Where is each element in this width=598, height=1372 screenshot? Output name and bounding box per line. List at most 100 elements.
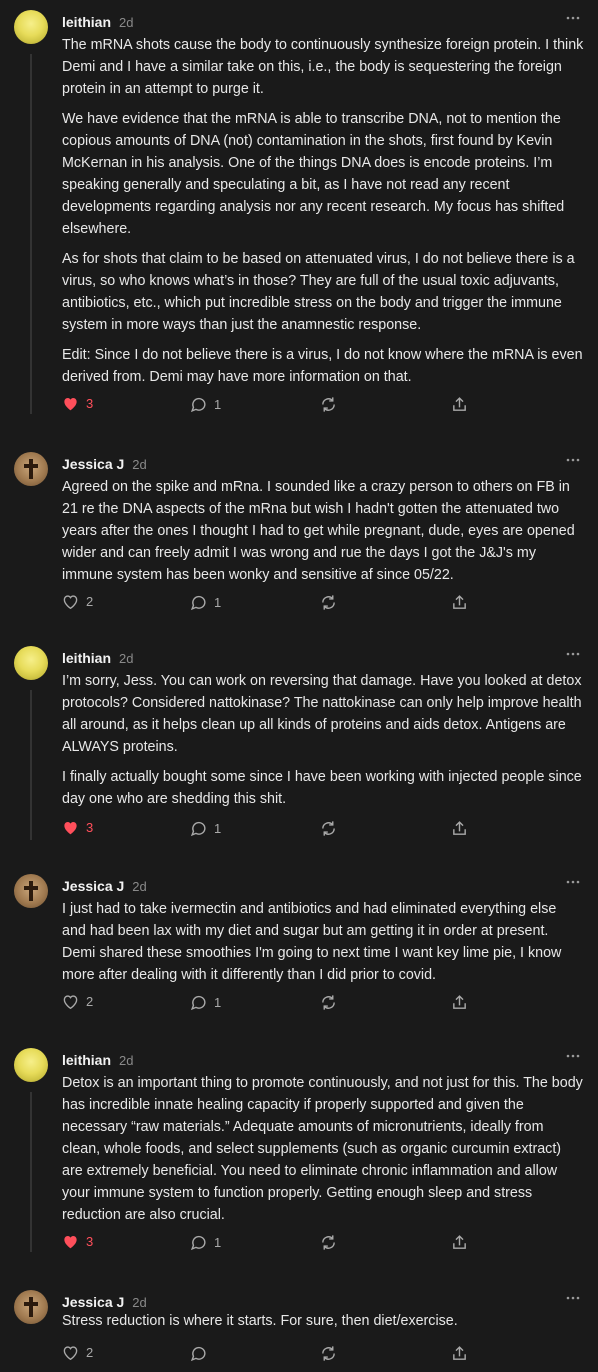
comment-paragraph: Detox is an important thing to promote c… xyxy=(62,1075,583,1223)
comment-actions: 3 1 xyxy=(62,820,482,840)
avatar[interactable] xyxy=(14,874,48,908)
speech-bubble-icon xyxy=(190,1346,206,1362)
reply-count: 1 xyxy=(214,1235,222,1250)
restack-icon xyxy=(322,595,335,610)
comment: Jessica J 2d Agreed on the spike and mRn… xyxy=(0,452,598,612)
restack-icon xyxy=(322,1235,335,1250)
ellipsis-icon[interactable] xyxy=(566,455,580,465)
comment-paragraph: I just had to take ivermectin and antibi… xyxy=(62,901,562,983)
like-count: 2 xyxy=(86,994,94,1009)
author-name[interactable]: leithian xyxy=(62,1052,111,1068)
restack-button[interactable] xyxy=(320,1234,337,1251)
avatar[interactable] xyxy=(14,1290,48,1324)
restack-button[interactable] xyxy=(320,820,337,837)
speech-bubble-icon xyxy=(190,1235,206,1251)
avatar[interactable] xyxy=(14,1048,48,1082)
share-icon xyxy=(453,821,466,835)
comment-body: Agreed on the spike and mRna. I sounded … xyxy=(62,476,584,586)
comment: Jessica J 2d Stress reduction is where i… xyxy=(0,1290,598,1370)
timestamp[interactable]: 2d xyxy=(119,651,133,666)
comment-actions: 2 1 xyxy=(62,994,482,1014)
share-icon xyxy=(453,595,466,609)
ellipsis-icon[interactable] xyxy=(566,1293,580,1303)
share-button[interactable] xyxy=(451,594,468,611)
heart-icon xyxy=(64,1236,77,1249)
restack-icon xyxy=(322,397,335,412)
comment-header: Jessica J 2d xyxy=(62,452,147,476)
like-count: 2 xyxy=(86,1345,94,1360)
restack-button[interactable] xyxy=(320,994,337,1011)
author-name[interactable]: Jessica J xyxy=(62,1294,124,1310)
like-count: 3 xyxy=(86,396,94,411)
comment: Jessica J 2d I just had to take ivermect… xyxy=(0,874,598,1024)
share-icon xyxy=(453,1235,466,1249)
restack-button[interactable] xyxy=(320,1345,337,1362)
restack-icon xyxy=(322,1346,335,1361)
reply-button[interactable] xyxy=(190,1345,207,1362)
like-button[interactable]: 3 xyxy=(62,820,93,835)
author-name[interactable]: Jessica J xyxy=(62,878,124,894)
share-button[interactable] xyxy=(451,1234,468,1251)
comment-actions: 2 xyxy=(62,1345,482,1365)
thread-line xyxy=(30,1092,32,1252)
heart-icon xyxy=(63,1346,78,1360)
restack-icon xyxy=(322,995,335,1010)
author-name[interactable]: leithian xyxy=(62,14,111,30)
restack-button[interactable] xyxy=(320,594,337,611)
comment-body: The mRNA shots cause the body to continu… xyxy=(62,34,584,388)
comment-header: leithian 2d xyxy=(62,1048,133,1072)
reply-count: 1 xyxy=(214,821,222,836)
comment-paragraph: As for shots that claim to be based on a… xyxy=(62,251,575,333)
share-button[interactable] xyxy=(451,820,468,837)
avatar[interactable] xyxy=(14,452,48,486)
comment: leithian 2d The mRNA shots cause the bod… xyxy=(0,10,598,420)
like-button[interactable]: 2 xyxy=(62,1345,93,1360)
like-button[interactable]: 2 xyxy=(62,994,93,1009)
timestamp[interactable]: 2d xyxy=(119,15,133,30)
share-button[interactable] xyxy=(451,1345,468,1362)
comment: leithian 2d I’m sorry, Jess. You can wor… xyxy=(0,646,598,846)
restack-button[interactable] xyxy=(320,396,337,413)
timestamp[interactable]: 2d xyxy=(132,879,146,894)
reply-count: 1 xyxy=(214,995,222,1010)
timestamp[interactable]: 2d xyxy=(132,457,146,472)
avatar[interactable] xyxy=(14,646,48,680)
author-name[interactable]: Jessica J xyxy=(62,456,124,472)
comment-actions: 2 1 xyxy=(62,594,482,614)
reply-button[interactable]: 1 xyxy=(190,594,221,611)
share-button[interactable] xyxy=(451,994,468,1011)
heart-icon xyxy=(64,398,77,411)
share-icon xyxy=(453,397,466,411)
like-button[interactable]: 3 xyxy=(62,1234,93,1249)
restack-icon xyxy=(322,821,335,836)
reply-button[interactable]: 1 xyxy=(190,820,221,837)
comment-paragraph: I finally actually bought some since I h… xyxy=(62,769,582,807)
ellipsis-icon[interactable] xyxy=(566,13,580,23)
comment: leithian 2d Detox is an important thing … xyxy=(0,1048,598,1258)
comment-paragraph: Agreed on the spike and mRna. I sounded … xyxy=(62,479,575,583)
reply-button[interactable]: 1 xyxy=(190,994,221,1011)
comment-header: Jessica J 2d xyxy=(62,874,147,898)
comment-paragraph: Edit: Since I do not believe there is a … xyxy=(62,347,583,385)
speech-bubble-icon xyxy=(190,595,206,611)
share-icon xyxy=(453,995,466,1009)
comment-body: Stress reduction is where it starts. For… xyxy=(62,1310,584,1332)
author-name[interactable]: leithian xyxy=(62,650,111,666)
ellipsis-icon[interactable] xyxy=(566,1051,580,1061)
share-button[interactable] xyxy=(451,396,468,413)
thread-line xyxy=(30,54,32,414)
thread-line xyxy=(30,690,32,840)
ellipsis-icon[interactable] xyxy=(566,877,580,887)
reply-button[interactable]: 1 xyxy=(190,396,221,413)
reply-button[interactable]: 1 xyxy=(190,1234,221,1251)
avatar[interactable] xyxy=(14,10,48,44)
timestamp[interactable]: 2d xyxy=(119,1053,133,1068)
speech-bubble-icon xyxy=(190,821,206,837)
like-button[interactable]: 3 xyxy=(62,396,93,411)
comment-body: Detox is an important thing to promote c… xyxy=(62,1072,584,1226)
timestamp[interactable]: 2d xyxy=(132,1295,146,1310)
ellipsis-icon[interactable] xyxy=(566,649,580,659)
like-count: 3 xyxy=(86,820,94,835)
like-button[interactable]: 2 xyxy=(62,594,93,609)
comment-body: I just had to take ivermectin and antibi… xyxy=(62,898,584,986)
